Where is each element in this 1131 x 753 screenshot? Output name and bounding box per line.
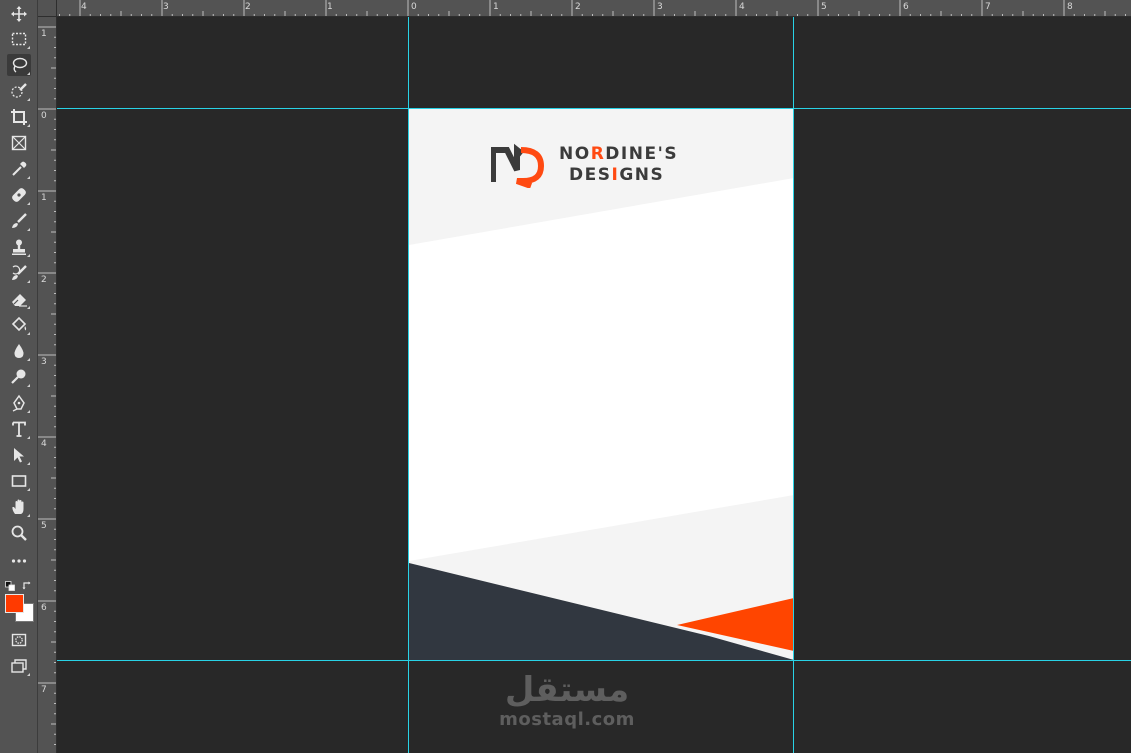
ruler-label: 5 xyxy=(41,521,47,531)
marquee-tool[interactable] xyxy=(7,28,31,50)
company-name-line-1: NORDINE'S xyxy=(559,144,679,164)
move-icon xyxy=(11,6,27,22)
pen-icon xyxy=(12,394,25,412)
ruler-label: 3 xyxy=(657,2,663,12)
screen-mode-icon xyxy=(11,659,27,673)
brush-tool[interactable] xyxy=(7,210,31,232)
ruler-origin[interactable] xyxy=(38,0,57,17)
guide-vertical-left[interactable] xyxy=(408,17,409,753)
ruler-label: 4 xyxy=(41,439,47,449)
ruler-label: 2 xyxy=(575,2,581,12)
lasso-icon xyxy=(12,57,28,73)
magnifier-icon xyxy=(11,525,27,541)
ruler-label: 1 xyxy=(493,2,499,12)
quick-mask-button[interactable] xyxy=(7,629,31,651)
eraser-icon xyxy=(12,294,27,307)
move-tool[interactable] xyxy=(7,3,31,25)
frame-tool[interactable] xyxy=(7,132,31,154)
ruler-label: 1 xyxy=(327,2,333,12)
default-colors-button[interactable] xyxy=(5,576,15,591)
horizontal-ruler[interactable]: 4 3 2 1 0 1 2 3 4 5 6 7 8 xyxy=(38,0,1131,17)
ruler-label: 7 xyxy=(985,2,991,12)
guide-horizontal-bottom[interactable] xyxy=(57,660,1131,661)
eraser-tool[interactable] xyxy=(7,288,31,310)
stamp-icon xyxy=(12,239,26,255)
blur-tool[interactable] xyxy=(7,340,31,362)
more-tools[interactable] xyxy=(7,549,31,571)
watermark-latin: mostaql.com xyxy=(499,709,635,730)
rectangular-marquee-icon xyxy=(11,32,27,46)
clone-stamp-tool[interactable] xyxy=(7,236,31,258)
dodge-tool[interactable] xyxy=(7,366,31,388)
bandage-icon xyxy=(12,188,26,202)
path-selection-tool[interactable] xyxy=(7,444,31,466)
tools-panel xyxy=(0,0,38,753)
history-brush-icon xyxy=(12,265,27,280)
letterhead-artwork xyxy=(409,109,794,660)
vertical-ruler[interactable]: 1 0 1 2 3 4 5 6 7 xyxy=(38,17,57,753)
frame-icon xyxy=(11,135,27,151)
document-canvas[interactable]: NORDINE'S DESIGNS xyxy=(409,109,794,660)
ruler-label: 3 xyxy=(163,2,169,12)
ruler-label: 1 xyxy=(41,29,47,39)
ruler-label: 5 xyxy=(821,2,827,12)
ruler-label: 3 xyxy=(41,357,47,367)
ruler-label: 8 xyxy=(1067,2,1073,12)
company-name: NORDINE'S DESIGNS xyxy=(559,144,678,186)
company-logo: NORDINE'S DESIGNS xyxy=(491,142,678,188)
vertical-ruler-ticks xyxy=(38,26,56,745)
ruler-label: 6 xyxy=(41,603,47,613)
photoshop-window: 4 3 2 1 0 1 2 3 4 5 6 7 8 1 0 1 2 3 4 5 … xyxy=(0,0,1131,753)
swap-arrow-icon xyxy=(22,581,31,590)
screen-mode-button[interactable] xyxy=(7,655,31,677)
company-name-line-2: DESIGNS xyxy=(569,165,665,185)
foreground-color-swatch[interactable] xyxy=(5,594,24,613)
type-tool[interactable] xyxy=(7,418,31,440)
quick-mask-icon xyxy=(11,633,27,647)
default-colors-icon xyxy=(5,581,15,591)
ruler-label: 0 xyxy=(411,2,417,12)
history-brush-tool[interactable] xyxy=(7,262,31,284)
ruler-label: 1 xyxy=(41,193,47,203)
nd-monogram-icon xyxy=(491,143,545,188)
guide-vertical-right[interactable] xyxy=(793,17,794,753)
ruler-label: 4 xyxy=(81,2,87,12)
site-watermark: مستقل mostaql.com xyxy=(482,670,652,740)
crop-tool[interactable] xyxy=(7,106,31,128)
ruler-label: 6 xyxy=(903,2,909,12)
horizontal-ruler-ticks xyxy=(38,0,1126,16)
rectangle-icon xyxy=(11,475,27,487)
hand-tool[interactable] xyxy=(7,496,31,518)
quick-selection-icon xyxy=(11,83,27,98)
guide-horizontal-top[interactable] xyxy=(57,108,1131,109)
dodge-icon xyxy=(11,369,26,384)
healing-brush-tool[interactable] xyxy=(7,184,31,206)
brush-icon xyxy=(12,213,27,228)
watermark-arabic: مستقل xyxy=(504,670,630,710)
rectangle-tool[interactable] xyxy=(7,470,31,492)
ruler-label: 2 xyxy=(245,2,251,12)
ruler-label: 2 xyxy=(41,275,47,285)
lasso-tool[interactable] xyxy=(7,54,31,76)
ellipsis-icon xyxy=(11,559,27,563)
type-icon xyxy=(12,421,26,437)
paint-bucket-tool[interactable] xyxy=(7,314,31,336)
ruler-label: 4 xyxy=(739,2,745,12)
drop-icon xyxy=(14,344,24,358)
arrow-icon xyxy=(14,448,24,463)
zoom-tool[interactable] xyxy=(7,522,31,544)
crop-icon xyxy=(11,109,27,125)
pen-tool[interactable] xyxy=(7,392,31,414)
quick-selection-tool[interactable] xyxy=(7,80,31,102)
ruler-label: 0 xyxy=(41,111,47,121)
hand-icon xyxy=(12,499,24,514)
paint-bucket-icon xyxy=(11,316,27,332)
eyedropper-tool[interactable] xyxy=(7,158,31,180)
ruler-label: 7 xyxy=(41,685,47,695)
swap-colors-button[interactable] xyxy=(22,576,33,590)
eyedropper-icon xyxy=(12,161,27,176)
